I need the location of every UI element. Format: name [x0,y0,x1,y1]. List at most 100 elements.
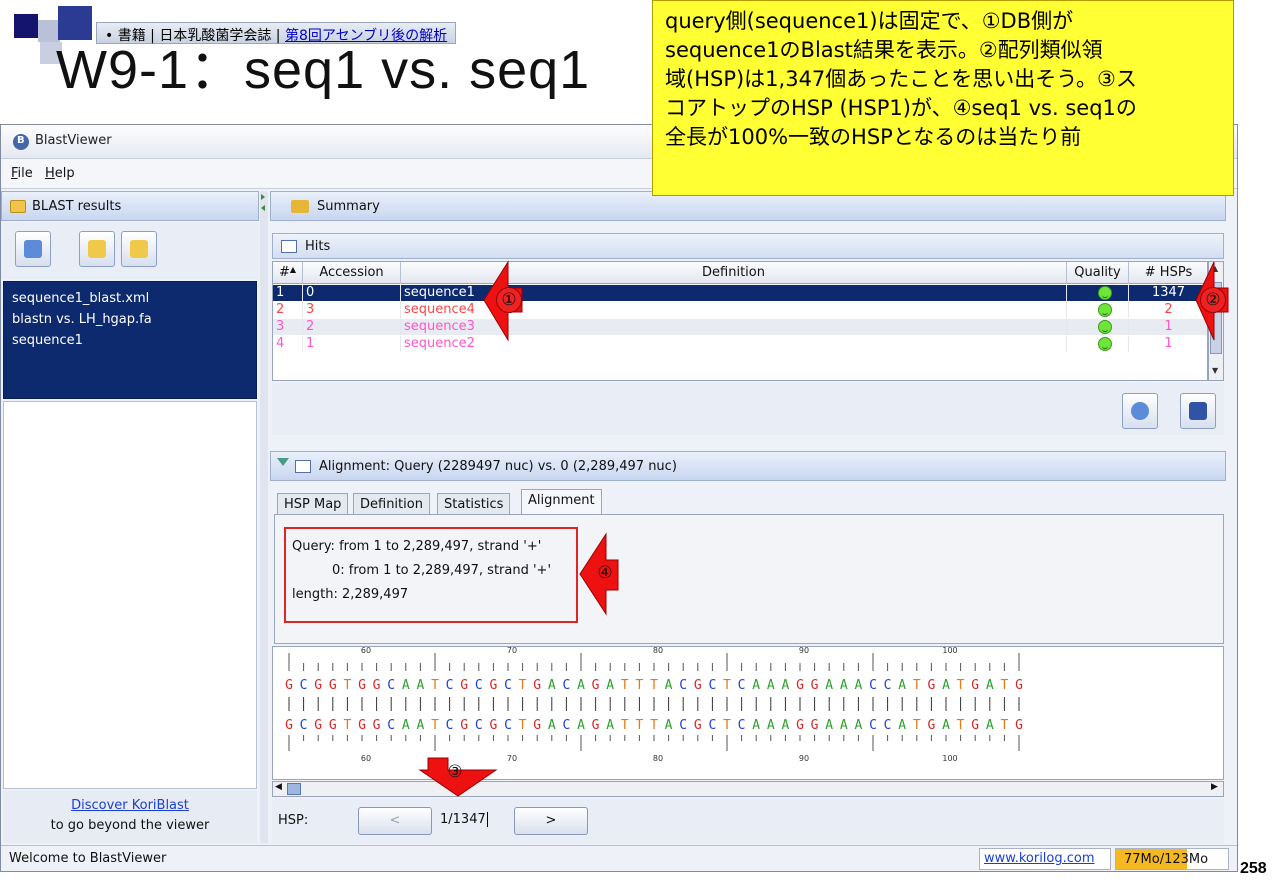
alignment-hscrollbar[interactable]: ◀ ▶ [272,781,1224,797]
scroll-up-icon[interactable]: ▲ [1212,264,1218,273]
subject-base: T [723,718,731,733]
next-hsp-button[interactable]: > [514,807,588,835]
slide-decoration [58,6,92,40]
query-base: G [329,678,337,693]
folder-icon [130,240,148,258]
marker-3: ③ [447,762,463,782]
callout-line: コアトップのHSP (HSP1)が、④seq1 vs. seq1の [665,96,1137,120]
splitter-arrows-icon[interactable] [260,191,268,215]
open-folder-button[interactable] [79,231,115,267]
scroll-down-icon[interactable]: ▼ [1212,366,1218,375]
cell-hsps: 1347 [1129,285,1209,301]
table-row[interactable]: 3 2 sequence3 1 [273,319,1209,335]
menu-file[interactable]: File [11,166,33,181]
save-button[interactable] [1180,393,1216,429]
status-message: Welcome to BlastViewer [9,851,167,866]
scroll-left-icon[interactable]: ◀ [275,782,282,792]
menu-help[interactable]: Help [45,166,75,181]
query-base: C [446,678,454,693]
subject-base: A [898,718,906,733]
alignment-icon [295,460,311,473]
annotation-callout: query側(sequence1)は固定で、①DB側が sequence1のBl… [652,0,1234,196]
query-base: A [898,678,906,693]
cell-num: 4 [273,336,303,352]
query-base: G [694,678,702,693]
subject-base: T [621,718,629,733]
query-base: G [592,678,600,693]
query-base: T [957,678,965,693]
subject-base: G [796,718,804,733]
cell-accession: 3 [303,302,401,318]
hsp-index-field[interactable]: 1/1347 [440,808,514,834]
tab-alignment[interactable]: Alignment [521,489,602,515]
file-list-item[interactable]: sequence1_blast.xml [12,288,248,309]
query-base: A [840,678,848,693]
subject-base: C [504,718,512,733]
tab-statistics[interactable]: Statistics [437,493,511,515]
ruler-label-top: 60 [361,647,371,655]
tab-hsp-map[interactable]: HSP Map [277,493,349,515]
subject-base: T [431,718,439,733]
col-header-hsps[interactable]: # HSPs [1129,262,1209,284]
query-base: G [927,678,935,693]
discover-link[interactable]: Discover KoriBlast [3,796,257,816]
info-query-range: Query: from 1 to 2,289,497, strand '+' [292,539,542,554]
subject-base: A [752,718,760,733]
subject-base: A [825,718,833,733]
page-number: 258 [1240,860,1267,877]
col-header-quality[interactable]: Quality [1067,262,1129,284]
close-folder-button[interactable] [121,231,157,267]
subject-base: T [519,718,527,733]
ruler-label-top: 70 [507,647,517,655]
cell-quality [1067,336,1129,352]
folder-open-icon [88,240,106,258]
korilog-link[interactable]: www.korilog.com [979,848,1111,870]
tab-definition[interactable]: Definition [353,493,430,515]
col-header-num[interactable]: #▲ [273,262,303,284]
ruler-label-bottom: 90 [799,754,809,763]
panel-splitter[interactable] [260,191,268,843]
cell-quality [1067,302,1129,318]
ruler-label-bottom: 60 [361,754,371,763]
subject-base: C [475,718,483,733]
query-base: G [314,678,322,693]
scroll-thumb[interactable] [287,783,301,795]
query-base: A [986,678,994,693]
discover-koriblast: Discover KoriBlast to go beyond the view… [3,791,257,843]
subject-base: A [781,718,789,733]
load-results-button[interactable] [15,231,51,267]
table-row[interactable]: 1 0 sequence1 1347 [273,285,1209,301]
subject-base: T [343,718,351,733]
results-file-list[interactable]: sequence1_blast.xml blastn vs. LH_hgap.f… [3,281,257,399]
file-list-item[interactable]: sequence1 [12,330,248,351]
cell-accession: 2 [303,319,401,335]
subject-base: G [285,718,293,733]
subject-base: T [1000,718,1008,733]
slide-decoration [14,14,38,38]
col-header-definition[interactable]: Definition [401,262,1067,284]
table-row[interactable]: 2 3 sequence4 2 [273,302,1209,318]
subject-base: G [811,718,819,733]
query-base: A [577,678,585,693]
collapse-icon[interactable] [277,458,289,466]
subject-base: T [650,718,658,733]
subject-base: C [869,718,877,733]
hits-vscrollbar[interactable]: ▲ ▼ [1208,261,1224,381]
subject-base: C [300,718,308,733]
scroll-right-icon[interactable]: ▶ [1211,782,1218,792]
subject-base: A [986,718,994,733]
table-row[interactable]: 4 1 sequence2 1 [273,336,1209,352]
web-export-button[interactable] [1122,393,1158,429]
query-base: T [1000,678,1008,693]
file-list-item[interactable]: blastn vs. LH_hgap.fa [12,309,248,330]
blast-results-title: BLAST results [32,199,122,214]
prev-hsp-button[interactable]: < [358,807,432,835]
query-base: C [300,678,308,693]
info-length: length: 2,289,497 [292,587,409,602]
query-base: A [548,678,556,693]
marker-1: ① [496,287,522,313]
marker-2: ② [1200,287,1226,313]
query-base: G [971,678,979,693]
alignment-header[interactable]: Alignment: Query (2289497 nuc) vs. 0 (2,… [270,451,1226,481]
col-header-accession[interactable]: Accession [303,262,401,284]
